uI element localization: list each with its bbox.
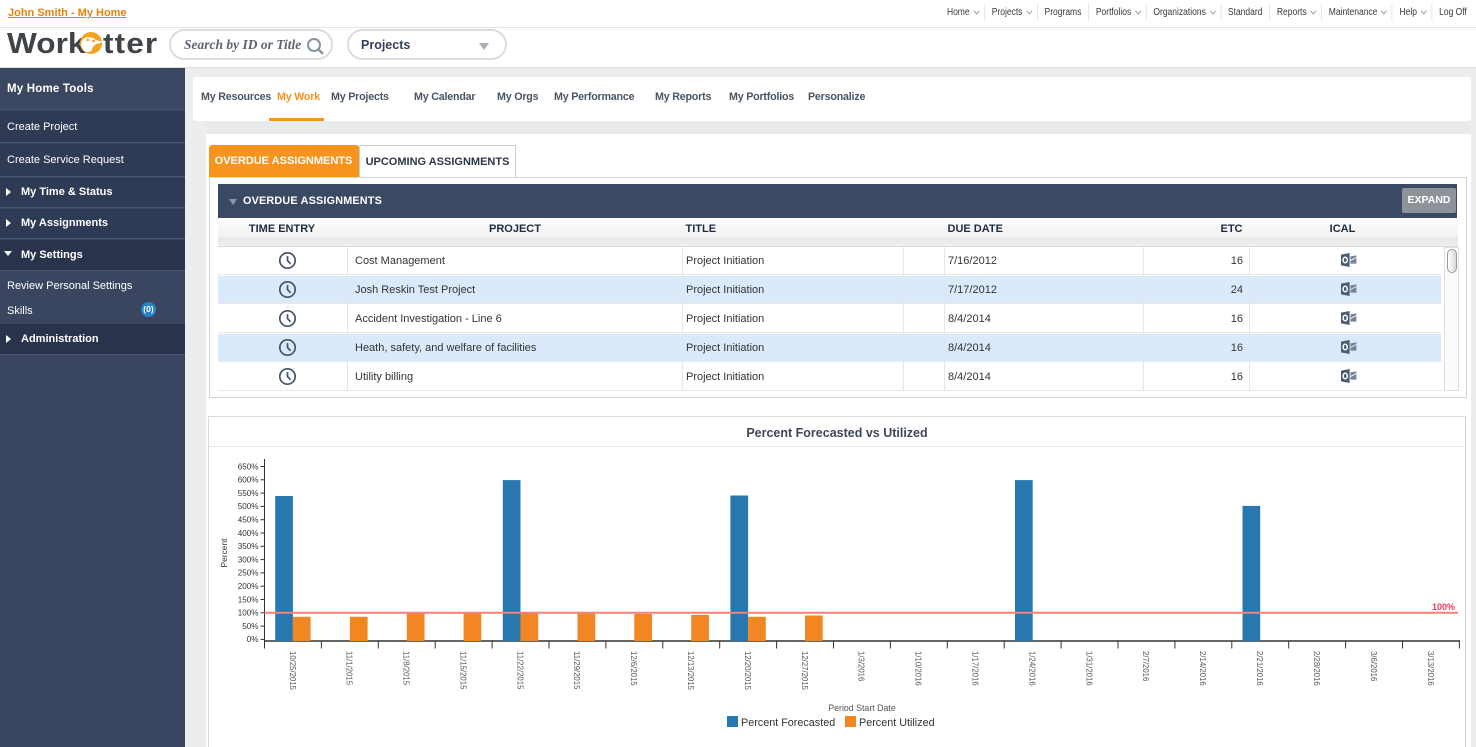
- svg-text:12/20/2015: 12/20/2015: [743, 651, 752, 691]
- svg-text:1/31/2016: 1/31/2016: [1084, 651, 1093, 686]
- svg-text:12/27/2015: 12/27/2015: [800, 651, 809, 691]
- svg-text:Percent: Percent: [219, 538, 229, 568]
- svg-text:3/6/2016: 3/6/2016: [1369, 651, 1378, 681]
- svg-text:11/1/2015: 11/1/2015: [345, 651, 354, 686]
- svg-text:250%: 250%: [238, 569, 259, 578]
- svg-text:350%: 350%: [238, 542, 259, 551]
- svg-text:12/13/2015: 12/13/2015: [686, 651, 695, 691]
- svg-text:50%: 50%: [242, 622, 258, 631]
- svg-text:200%: 200%: [238, 582, 259, 591]
- svg-text:Percent Forecasted vs Utilized: Percent Forecasted vs Utilized: [746, 426, 927, 440]
- svg-text:1/10/2016: 1/10/2016: [914, 651, 923, 686]
- svg-text:1/17/2016: 1/17/2016: [971, 651, 980, 686]
- svg-text:1/3/2016: 1/3/2016: [857, 651, 866, 681]
- svg-text:3/13/2016: 3/13/2016: [1426, 651, 1435, 686]
- svg-text:0%: 0%: [247, 635, 259, 644]
- svg-text:2/28/2016: 2/28/2016: [1312, 651, 1321, 686]
- svg-text:150%: 150%: [238, 595, 259, 604]
- svg-text:1/24/2016: 1/24/2016: [1028, 651, 1037, 686]
- svg-text:100%: 100%: [238, 609, 259, 618]
- svg-text:650%: 650%: [238, 462, 259, 471]
- svg-text:Percent Utilized: Percent Utilized: [859, 717, 935, 729]
- svg-text:500%: 500%: [238, 502, 259, 511]
- svg-text:400%: 400%: [238, 529, 259, 538]
- svg-text:10/25/2015: 10/25/2015: [288, 651, 297, 691]
- svg-text:600%: 600%: [238, 476, 259, 485]
- svg-text:12/6/2015: 12/6/2015: [629, 651, 638, 686]
- svg-text:2/14/2016: 2/14/2016: [1198, 651, 1207, 686]
- svg-text:300%: 300%: [238, 555, 259, 564]
- svg-text:100%: 100%: [1432, 602, 1455, 612]
- svg-text:11/22/2015: 11/22/2015: [515, 651, 524, 690]
- svg-text:Period Start Date: Period Start Date: [828, 703, 896, 713]
- svg-text:Percent Forecasted: Percent Forecasted: [741, 717, 835, 729]
- svg-text:550%: 550%: [238, 489, 259, 498]
- svg-text:450%: 450%: [238, 516, 259, 525]
- svg-text:2/21/2016: 2/21/2016: [1255, 651, 1264, 686]
- svg-text:11/15/2015: 11/15/2015: [458, 651, 467, 690]
- svg-text:2/7/2016: 2/7/2016: [1141, 651, 1150, 681]
- svg-text:11/29/2015: 11/29/2015: [572, 651, 581, 690]
- svg-text:11/8/2015: 11/8/2015: [402, 651, 411, 686]
